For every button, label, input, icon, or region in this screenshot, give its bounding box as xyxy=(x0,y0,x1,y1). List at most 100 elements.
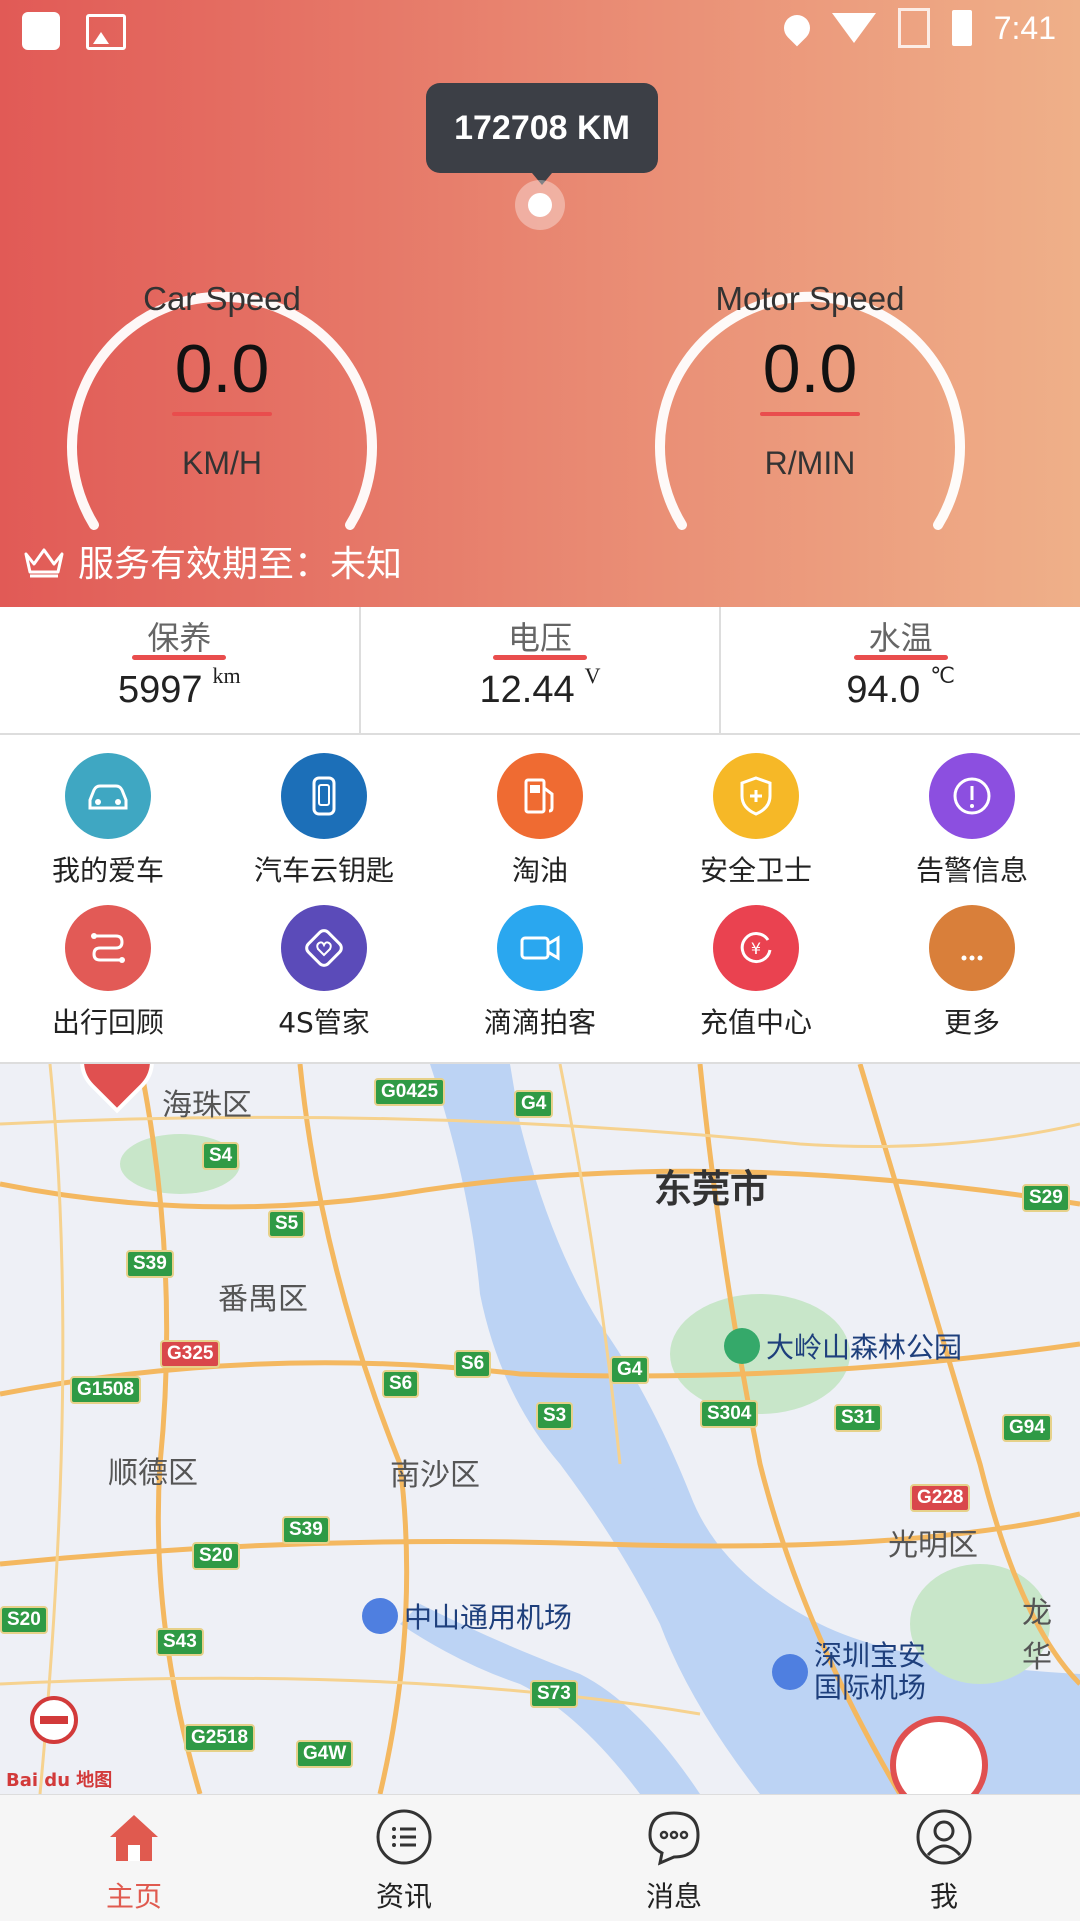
baidu-map-logo: Bai du 地图 xyxy=(6,1770,113,1791)
nav-label: 主页 xyxy=(105,1880,162,1913)
metric-label: 保养 xyxy=(147,619,212,657)
metric-voltage[interactable]: 电压 12.44 V xyxy=(361,607,722,733)
road-shield: S29 xyxy=(1022,1184,1070,1212)
metric-underline xyxy=(853,655,948,660)
district-label: 顺德区 xyxy=(108,1456,198,1491)
district-label: 光明区 xyxy=(888,1528,978,1563)
road-shield: G0425 xyxy=(374,1078,446,1106)
grid-item-label: 安全卫士 xyxy=(699,854,812,887)
odometer-tooltip: 172708 KM xyxy=(426,83,658,185)
metric-value: 12.44 V xyxy=(361,663,720,712)
service-validity: 服务有效期至：未知 xyxy=(22,535,402,587)
district-label: 海珠区 xyxy=(162,1088,252,1123)
road-shield: S304 xyxy=(700,1400,759,1428)
grid-item-more[interactable]: 更多 xyxy=(864,905,1080,1041)
metric-water-temp[interactable]: 水温 94.0 ℃ xyxy=(721,607,1080,733)
road-shield: S4 xyxy=(202,1142,240,1170)
nav-messages[interactable]: 消息 xyxy=(604,1807,744,1915)
recharge-icon: ¥ xyxy=(713,905,799,991)
motor-speed-value: 0.0 xyxy=(762,331,858,407)
vehicle-metrics: 保养 5997 km 电压 12.44 V 水温 94.0 ℃ xyxy=(0,607,1080,735)
road-shield: S3 xyxy=(536,1402,574,1430)
poi-label: 深圳宝安 xyxy=(814,1639,927,1672)
poi-label: 国际机场 xyxy=(814,1671,927,1704)
metric-number: 5997 xyxy=(118,669,203,711)
metric-label: 水温 xyxy=(868,619,933,657)
nav-label: 消息 xyxy=(645,1880,702,1913)
nav-label: 我 xyxy=(929,1880,958,1913)
poi-airport[interactable]: 深圳宝安 国际机场 xyxy=(772,1640,926,1704)
bottom-navigation: 主页 资讯 消息 我 xyxy=(0,1794,1080,1921)
metric-underline xyxy=(493,655,587,660)
road-shield: S6 xyxy=(454,1350,492,1378)
location-icon xyxy=(778,9,816,47)
motor-speed-gauge: Motor Speed 0.0 R/MIN xyxy=(620,205,1000,545)
road-shield: G4W xyxy=(296,1740,354,1768)
profile-icon xyxy=(916,1809,972,1865)
car-speed-gauge: Car Speed 0.0 KM/H xyxy=(32,205,412,545)
dashboard-header: 7:41 172708 KM Car Speed 0.0 KM/H Motor … xyxy=(0,0,1080,607)
poi-park[interactable]: 大岭山森林公园 xyxy=(724,1326,962,1366)
airport-icon xyxy=(772,1654,808,1690)
feature-grid: 我的爱车 汽车云钥匙 淘油 安全卫士 告警信息 出行回顾 4S管家 滴滴拍客 ¥… xyxy=(0,735,1080,1064)
motor-speed-underline xyxy=(760,412,860,416)
route-icon xyxy=(65,905,151,991)
road-shield: S20 xyxy=(0,1606,48,1634)
grid-item-fuel[interactable]: 淘油 xyxy=(432,753,648,889)
grid-item-trip-review[interactable]: 出行回顾 xyxy=(0,905,216,1041)
nav-label: 资讯 xyxy=(375,1880,432,1913)
city-label: 东莞市 xyxy=(654,1167,769,1211)
metric-value: 5997 km xyxy=(0,663,359,712)
car-speed-underline xyxy=(172,412,272,416)
grid-item-label: 充值中心 xyxy=(699,1006,812,1039)
grid-item-recharge[interactable]: ¥ 充值中心 xyxy=(648,905,864,1041)
district-label: 南沙区 xyxy=(390,1458,480,1493)
nav-home[interactable]: 主页 xyxy=(64,1807,204,1915)
road-shield: G325 xyxy=(160,1340,221,1368)
grid-item-my-car[interactable]: 我的爱车 xyxy=(0,753,216,889)
fuel-pump-icon xyxy=(497,753,583,839)
metric-label: 电压 xyxy=(508,619,573,657)
notification-icon xyxy=(22,12,60,50)
grid-item-cloud-key[interactable]: 汽车云钥匙 xyxy=(216,753,432,889)
motor-speed-unit: R/MIN xyxy=(764,445,856,481)
status-time: 7:41 xyxy=(993,9,1056,46)
metric-unit: km xyxy=(212,663,241,688)
more-icon xyxy=(929,905,1015,991)
car-speed-unit: KM/H xyxy=(182,445,262,481)
grid-item-alerts[interactable]: 告警信息 xyxy=(864,753,1080,889)
road-shield: S31 xyxy=(834,1404,882,1432)
metric-maintenance[interactable]: 保养 5997 km xyxy=(0,607,361,733)
road-shield: S20 xyxy=(192,1542,240,1570)
grid-item-4s[interactable]: 4S管家 xyxy=(216,905,432,1041)
list-icon xyxy=(376,1809,432,1865)
road-shield: G1508 xyxy=(70,1376,142,1404)
grid-item-label: 出行回顾 xyxy=(51,1006,164,1039)
road-shield: S5 xyxy=(268,1210,306,1238)
car-speed-title: Car Speed xyxy=(143,280,301,317)
district-label: 龙华 xyxy=(1022,1596,1052,1675)
home-icon xyxy=(110,1815,158,1861)
status-bar: 7:41 xyxy=(0,0,1080,60)
nav-news[interactable]: 资讯 xyxy=(334,1807,474,1915)
road-shield: G94 xyxy=(1002,1414,1052,1442)
image-notification-icon xyxy=(86,14,126,50)
metric-number: 94.0 xyxy=(846,669,921,711)
grid-item-security[interactable]: 安全卫士 xyxy=(648,753,864,889)
road-shield: G228 xyxy=(910,1484,971,1512)
road-shield: S39 xyxy=(126,1250,174,1278)
heart-badge-icon xyxy=(281,905,367,991)
road-shield: S6 xyxy=(382,1370,420,1398)
metric-unit: ℃ xyxy=(930,663,956,688)
poi-label: 大岭山森林公园 xyxy=(766,1331,963,1364)
nav-profile[interactable]: 我 xyxy=(874,1807,1014,1915)
service-text: 服务有效期至：未知 xyxy=(78,544,403,585)
poi-label: 中山通用机场 xyxy=(404,1601,573,1634)
map-view[interactable]: 海珠区 番禺区 顺德区 南沙区 光明区 龙华 东莞市 大岭山森林公园 中山通用机… xyxy=(0,1064,1080,1794)
road-shield: S43 xyxy=(156,1628,204,1656)
grid-item-didi[interactable]: 滴滴拍客 xyxy=(432,905,648,1041)
odometer-dot[interactable] xyxy=(515,180,565,230)
crown-icon xyxy=(24,548,64,578)
poi-airport[interactable]: 中山通用机场 xyxy=(362,1596,572,1636)
battery-icon xyxy=(951,10,972,46)
